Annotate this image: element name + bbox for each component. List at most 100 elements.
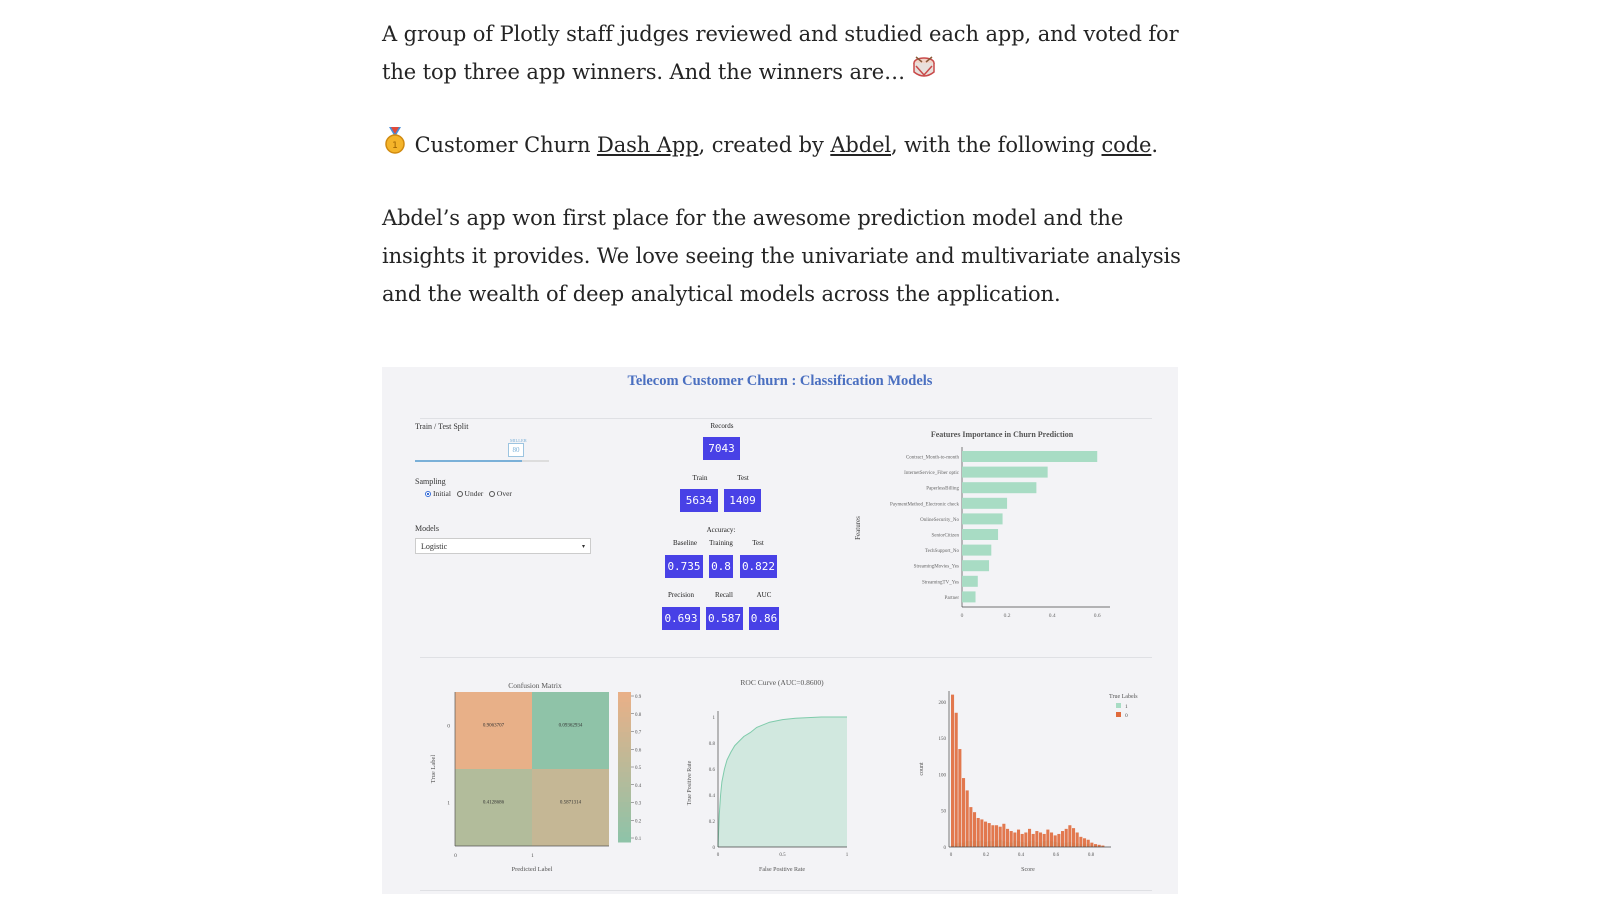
app-screenshot: Telecom Customer Churn : Classification … [382,367,1178,894]
hist-bar-0 [1050,832,1054,847]
models-select[interactable]: Logistic ▾ [415,538,591,554]
feature-bar [962,591,976,603]
hist-x-tick: 0.6 [1053,853,1060,858]
recall-value: 0.587 [706,607,743,630]
hist-bar-0 [984,821,988,847]
hist-legend-label: 1 [1125,704,1128,710]
accuracy-label: Accuracy: [706,526,736,534]
dash-app-link[interactable]: Dash App [597,133,699,157]
feature-tick-label: StreamingMovies_Yes [914,565,959,570]
hist-y-tick: 50 [941,810,947,815]
cm-colorbar-step [618,807,631,813]
feature-bar [962,560,990,572]
cm-colorbar-step [618,802,631,808]
test-acc-value: 0.822 [740,555,777,578]
roc-x-tick: 0 [717,853,720,858]
cm-colorbar-label: 0.3 [635,802,642,807]
roc-y-tick: 0.4 [709,794,716,799]
radio-initial[interactable]: Initial [425,489,451,498]
train-value: 5634 [680,489,718,512]
cm-y-tick: 1 [447,801,450,807]
paragraph-intro: A group of Plotly staff judges reviewed … [382,15,1182,93]
recall-label: Recall [715,591,733,599]
radio-over-label: Over [496,489,512,498]
chevron-down-icon: ▾ [581,544,585,550]
cm-cell-label: 0.4128686 [483,801,505,806]
hist-bar-0 [958,749,962,847]
cm-colorbar-label: 0.6 [635,748,642,753]
cm-colorbar-step [618,722,631,728]
radio-over[interactable]: Over [488,489,512,498]
hist-bar-0 [1028,828,1032,847]
cm-colorbar-step [618,777,631,783]
code-link[interactable]: code [1102,133,1152,157]
feature-bar [962,497,1008,509]
hist-bar-0 [1079,836,1083,847]
hist-bar-0 [1086,839,1090,847]
hist-bar-0 [995,825,999,847]
hist-y-tick: 200 [939,701,947,706]
hist-bar-0 [1017,829,1021,847]
hist-bar-0 [980,819,984,847]
abdel-link[interactable]: Abdel [830,133,891,157]
models-select-value: Logistic [421,542,448,551]
cm-colorbar-label: 0.4 [635,784,642,789]
test-label: Test [737,474,749,482]
radio-under[interactable]: Under [456,489,484,498]
cm-colorbar-step [618,792,631,798]
feature-tick-label: OnlineSecurity_No [920,518,959,523]
precision-label: Precision [667,591,695,599]
hist-bar-0 [1020,833,1024,847]
hist-y-tick: 100 [939,773,947,778]
hist-bar-0 [951,694,955,847]
confusion-matrix-chart: Confusion Matrix 0.9063707 0.09362934 0.412… [430,681,642,873]
cm-colorbar-step [618,827,631,833]
cm-colorbar-label: 0.5 [635,766,642,771]
cm-colorbar-step [618,817,631,823]
feature-x-tick: 0.6 [1094,613,1101,619]
hist-legend-swatch [1116,712,1121,717]
hist-x-tick: 0.2 [983,853,990,858]
feature-importance-chart: Features Importance in Churn Prediction F… [854,430,1110,619]
hist-x-tick: 0.4 [1018,853,1025,858]
feature-tick-label: StreamingTV_Yes [922,580,959,585]
cm-colorbar-label: 0.2 [635,819,642,824]
radio-initial-label: Initial [433,489,451,498]
sampling-label: Sampling [415,477,446,486]
first-place-text-c: , with the following [891,133,1102,157]
feature-bar [962,451,1098,462]
training-value: 0.8 [709,555,733,578]
radio-under-icon [456,491,463,498]
feature-bar [962,482,1037,494]
drum-emoji-icon [912,55,936,93]
radio-under-label: Under [464,489,484,498]
hist-x-tick: 0 [950,853,953,858]
cm-colorbar-label: 0.8 [635,713,642,718]
hist-bar-0 [1039,832,1043,847]
auc-label: AUC [756,591,772,599]
hist-bar-0 [976,817,980,847]
cm-colorbar-step [618,837,631,843]
cm-colorbar-step [618,757,631,763]
hist-legend-title: True Labels [1109,694,1138,700]
feature-tick-label: SeniorCitizen [932,534,960,539]
feature-chart-title: Features Importance in Churn Prediction [931,430,1074,439]
hist-bar-0 [1090,842,1094,847]
feature-bar [962,466,1048,478]
baseline-label: Baseline [672,539,698,547]
split-slider-track[interactable] [415,460,549,462]
roc-xlabel: False Positive Rate [759,867,805,873]
cm-colorbar-label: 0.1 [635,837,642,842]
roc-y-tick: 1 [713,716,716,721]
divider-top [420,418,1152,419]
cm-title: Confusion Matrix [508,681,562,690]
hist-bar-0 [1075,832,1079,847]
feature-tick-label: Contract_Month-to-month [906,456,960,461]
cm-colorbar-step [618,752,631,758]
roc-ylabel: True Positive Rate [687,760,693,805]
cm-colorbar-step [618,787,631,793]
cm-x-tick: 0 [454,853,457,859]
roc-y-tick: 0.2 [709,820,716,825]
train-label: Train [692,474,708,482]
test-value: 1409 [724,489,761,512]
